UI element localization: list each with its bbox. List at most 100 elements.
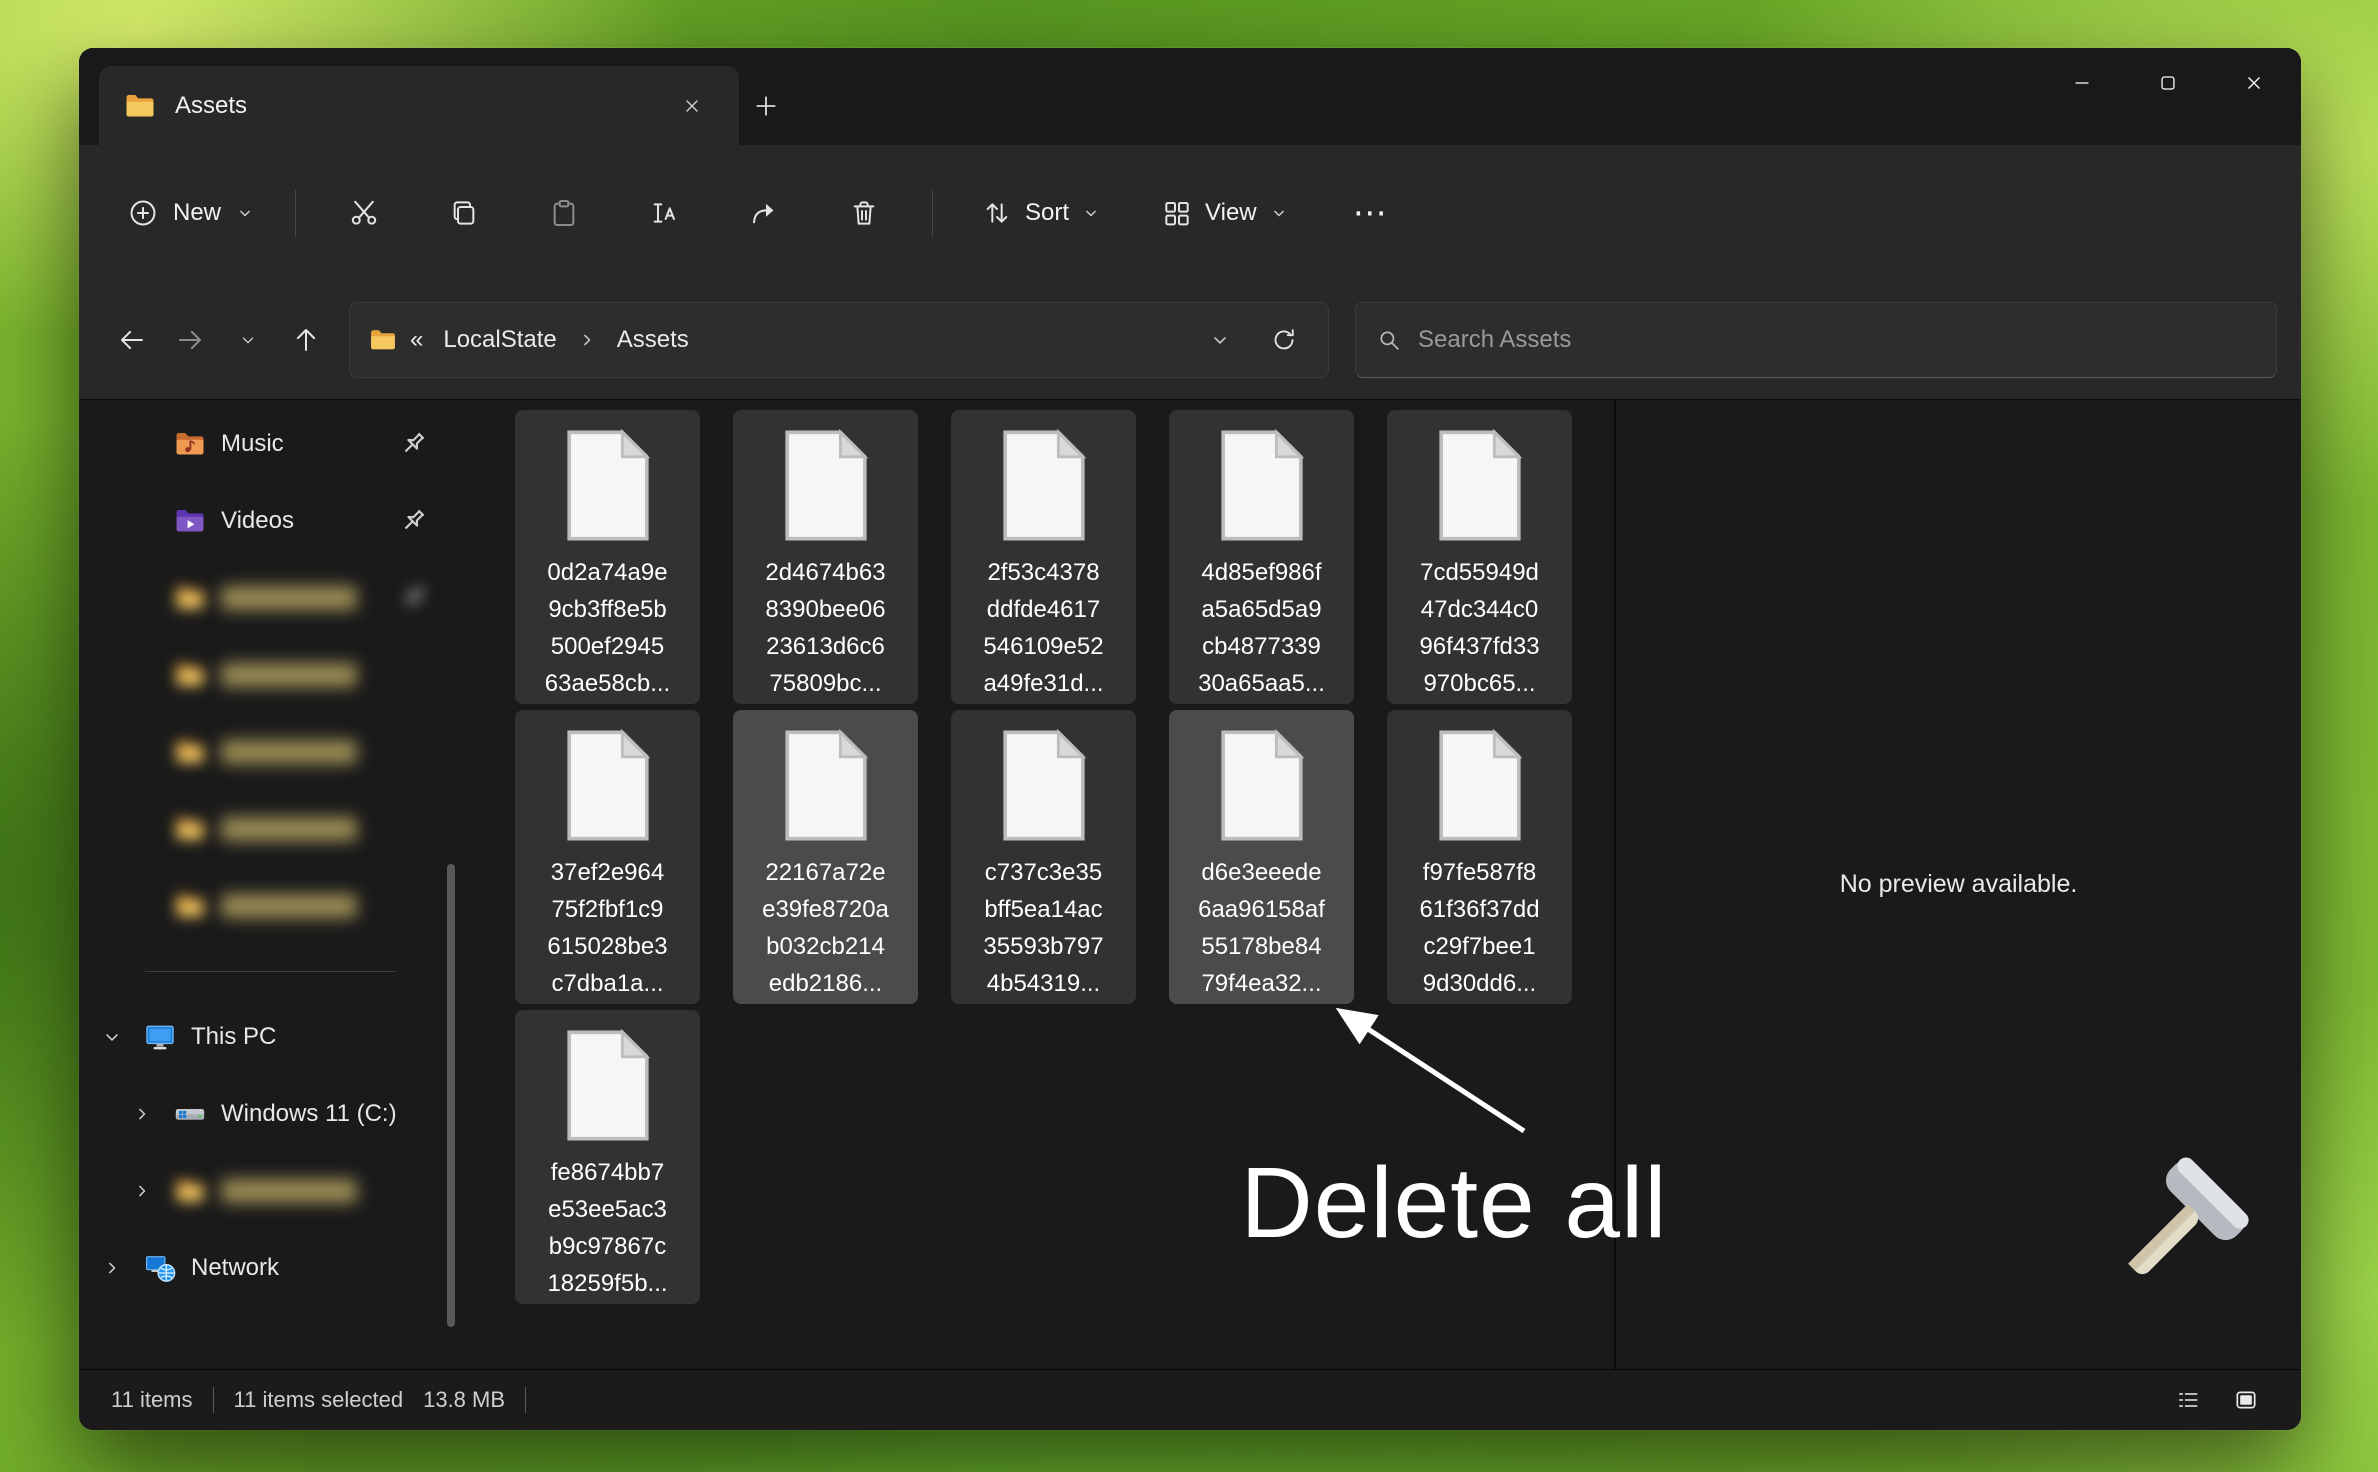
sidebar-item-redacted[interactable] [79,869,457,943]
sidebar-divider [145,971,395,972]
file-tile[interactable]: 37ef2e96475f2fbf1c9615028be3c7dba1a... [515,710,700,1004]
copy-icon [448,197,480,229]
file-tile[interactable]: 22167a72ee39fe8720ab032cb214edb2186... [733,710,918,1004]
share-button[interactable] [726,178,802,248]
file-icon [1434,728,1526,846]
search-icon [1376,327,1402,353]
view-icon [1161,197,1193,229]
chevron-down-icon [235,203,255,223]
folder-icon [368,325,398,355]
sidebar-item-videos[interactable]: Videos [79,484,457,558]
file-name: fe8674bb7e53ee5ac3b9c97867c18259f5b... [547,1154,667,1302]
forward-button[interactable] [161,311,219,369]
details-view-button[interactable] [2165,1379,2211,1421]
navigation-bar: « LocalState Assets [79,281,2301,400]
chevron-right-icon [577,330,597,350]
sidebar-item-network[interactable]: Network [79,1231,457,1305]
refresh-button[interactable] [1258,314,1310,366]
file-tile[interactable]: 0d2a74a9e9cb3ff8e5b500ef294563ae58cb... [515,410,700,704]
cut-icon [348,197,380,229]
chevron-spacer [125,812,159,846]
new-tab-button[interactable] [739,79,793,133]
file-tile[interactable]: fe8674bb7e53ee5ac3b9c97867c18259f5b... [515,1010,700,1304]
sidebar-item-this-pc[interactable]: This PC [79,1000,457,1074]
copy-button[interactable] [426,178,502,248]
cut-button[interactable] [326,178,402,248]
tab-close-icon[interactable] [669,83,715,129]
close-button[interactable] [2211,48,2297,118]
file-tile[interactable]: c737c3e35bff5ea14ac35593b7974b54319... [951,710,1136,1004]
preview-pane: No preview available. [1616,400,2301,1369]
back-icon [117,325,147,355]
address-dropdown-button[interactable] [1194,314,1246,366]
search-box[interactable] [1355,302,2277,378]
redacted-label [221,663,357,687]
sidebar-item-music[interactable]: Music [79,407,457,481]
status-bar: 11 items 11 items selected 13.8 MB [79,1369,2301,1430]
sidebar-item-redacted[interactable] [79,638,457,712]
thumbnail-view-button[interactable] [2223,1379,2269,1421]
file-tile[interactable]: 2d4674b638390bee0623613d6c675809bc... [733,410,918,704]
items-count: 11 items [111,1387,193,1413]
breadcrumb-assets[interactable]: Assets [609,320,697,360]
new-button[interactable]: New [105,178,277,248]
chevron-down-icon[interactable] [95,1020,129,1054]
sidebar-item-redacted[interactable] [79,1154,457,1228]
file-tile[interactable]: f97fe587f861f36f37ddc29f7bee19d30dd6... [1387,710,1572,1004]
up-button[interactable] [277,311,335,369]
file-tile[interactable]: 2f53c4378ddfde4617546109e52a49fe31d... [951,410,1136,704]
plus-icon [127,197,159,229]
file-name: 22167a72ee39fe8720ab032cb214edb2186... [762,854,889,1002]
thumbnail-view-icon [2233,1387,2259,1413]
back-button[interactable] [103,311,161,369]
folder-icon [171,812,209,846]
chevron-right-icon[interactable] [125,1174,159,1208]
paste-button[interactable] [526,178,602,248]
chevron-spacer [125,735,159,769]
breadcrumb-collapsed-marker[interactable]: « [410,326,423,354]
redacted-label [221,740,357,764]
pc-icon [141,1020,179,1054]
chevron-right-icon[interactable] [95,1251,129,1285]
folder-icon [171,581,209,615]
window-controls [2039,48,2297,118]
rename-button[interactable] [626,178,702,248]
more-icon: ⋯ [1353,193,1387,233]
status-separator [213,1387,214,1413]
file-list: 0d2a74a9e9cb3ff8e5b500ef294563ae58cb...2… [471,400,1614,1369]
file-icon [562,728,654,846]
refresh-icon [1270,326,1298,354]
new-button-label: New [173,199,221,227]
sidebar-item-redacted[interactable] [79,715,457,789]
preview-message: No preview available. [1840,870,2078,899]
sidebar-item-redacted[interactable] [79,792,457,866]
network-icon [141,1251,179,1285]
delete-button[interactable] [826,178,902,248]
breadcrumb-localstate[interactable]: LocalState [435,320,564,360]
sidebar-item-windows-11-c[interactable]: Windows 11 (C:) [79,1077,457,1151]
recent-locations-button[interactable] [219,311,277,369]
file-tile[interactable]: d6e3eeede6aa96158af55178be8479f4ea32... [1169,710,1354,1004]
sidebar-item-redacted[interactable] [79,561,457,635]
file-tile[interactable]: 4d85ef986fa5a65d5a9cb487733930a65aa5... [1169,410,1354,704]
minimize-button[interactable] [2039,48,2125,118]
tab-assets[interactable]: Assets [99,66,739,145]
sidebar-scrollbar[interactable] [447,864,455,1327]
sort-button[interactable]: Sort [961,178,1121,248]
status-separator [525,1387,526,1413]
search-input[interactable] [1418,326,2256,354]
sidebar-item-label: Windows 11 (C:) [221,1100,397,1128]
chevron-down-icon [1081,203,1101,223]
chevron-spacer [125,427,159,461]
chevron-right-icon[interactable] [125,1097,159,1131]
view-button[interactable]: View [1141,178,1309,248]
file-icon [562,1028,654,1146]
more-options-button[interactable]: ⋯ [1335,178,1405,248]
file-icon [1434,428,1526,546]
chevron-spacer [125,889,159,923]
chevron-down-icon [1269,203,1289,223]
file-name: c737c3e35bff5ea14ac35593b7974b54319... [983,854,1103,1002]
file-tile[interactable]: 7cd55949d47dc344c096f437fd33970bc65... [1387,410,1572,704]
address-bar[interactable]: « LocalState Assets [349,302,1329,378]
maximize-button[interactable] [2125,48,2211,118]
